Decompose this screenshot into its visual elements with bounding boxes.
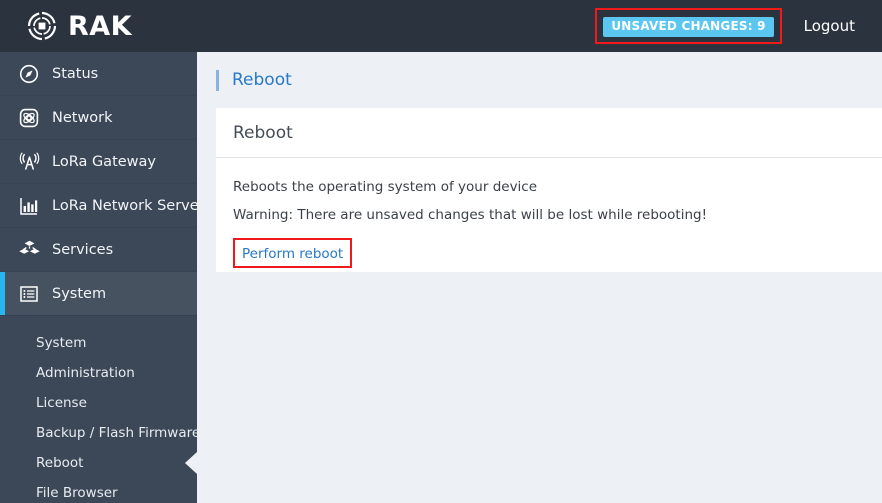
submenu-item-label: Backup / Flash Firmware [36,425,197,441]
active-submenu-pointer-icon [185,452,197,474]
list-window-icon [18,283,40,305]
submenu-item-label: License [36,395,87,411]
active-accent-bar [0,272,5,315]
compass-icon [18,63,40,85]
logout-button[interactable]: Logout [804,17,855,35]
submenu-item-license[interactable]: License [0,388,197,418]
submenu-item-label: System [36,335,87,351]
sidebar-item-label: LoRa Gateway [52,153,156,170]
atom-network-icon [18,107,40,129]
unsaved-changes-badge[interactable]: UNSAVED CHANGES: 9 [603,16,774,38]
antenna-tower-icon [18,151,40,173]
perform-reboot-annotation: Perform reboot [233,238,353,269]
sidebar-item-label: System [52,285,107,302]
brand[interactable]: RAK [25,9,132,43]
sidebar-item-services[interactable]: Services [0,228,197,272]
breadcrumb: Reboot [197,52,882,108]
submenu-item-administration[interactable]: Administration [0,358,197,388]
sidebar-item-label: Network [52,109,113,126]
sidebar-item-lora-gateway[interactable]: LoRa Gateway [0,140,197,184]
reboot-card-body: Reboots the operating system of your dev… [216,158,882,269]
sidebar-submenu-system: System Administration License Backup / F… [0,316,197,503]
submenu-item-backup-flash-firmware[interactable]: Backup / Flash Firmware [0,418,197,448]
sidebar: Status Network LoRa Gateway LoRa Network… [0,52,197,503]
sidebar-item-label: Status [52,65,99,82]
reboot-description: Reboots the operating system of your dev… [233,179,538,195]
sidebar-item-label: LoRa Network Server [52,197,197,214]
header-right-group: UNSAVED CHANGES: 9 Logout [595,0,882,52]
unsaved-changes-annotation: UNSAVED CHANGES: 9 [595,7,782,45]
sidebar-item-label: Services [52,241,114,258]
server-boxes-icon [18,239,40,261]
page-title: Reboot [216,108,882,158]
rak-swirl-logo-icon [25,9,59,43]
sidebar-item-network[interactable]: Network [0,96,197,140]
top-header-bar: RAK UNSAVED CHANGES: 9 Logout [0,0,882,52]
breadcrumb-label[interactable]: Reboot [232,70,292,90]
reboot-warning: Warning: There are unsaved changes that … [233,207,708,224]
submenu-item-label: Administration [36,365,135,381]
submenu-item-label: Reboot [36,455,84,471]
brand-text: RAK [68,10,133,42]
bar-chart-icon [18,195,40,217]
reboot-card: Reboot Reboots the operating system of y… [216,108,882,272]
sidebar-item-system[interactable]: System [0,272,197,316]
content-area: Reboot Reboot Reboots the operating syst… [197,52,882,503]
submenu-item-system[interactable]: System [0,328,197,358]
page-root: RAK UNSAVED CHANGES: 9 Logout Status Net… [0,0,882,503]
sidebar-item-lora-network-server[interactable]: LoRa Network Server [0,184,197,228]
submenu-item-label: File Browser [36,485,118,501]
submenu-item-reboot[interactable]: Reboot [0,448,197,478]
sidebar-item-status[interactable]: Status [0,52,197,96]
perform-reboot-button[interactable]: Perform reboot [242,246,343,262]
breadcrumb-accent-bar [216,69,219,91]
submenu-item-file-browser[interactable]: File Browser [0,478,197,503]
